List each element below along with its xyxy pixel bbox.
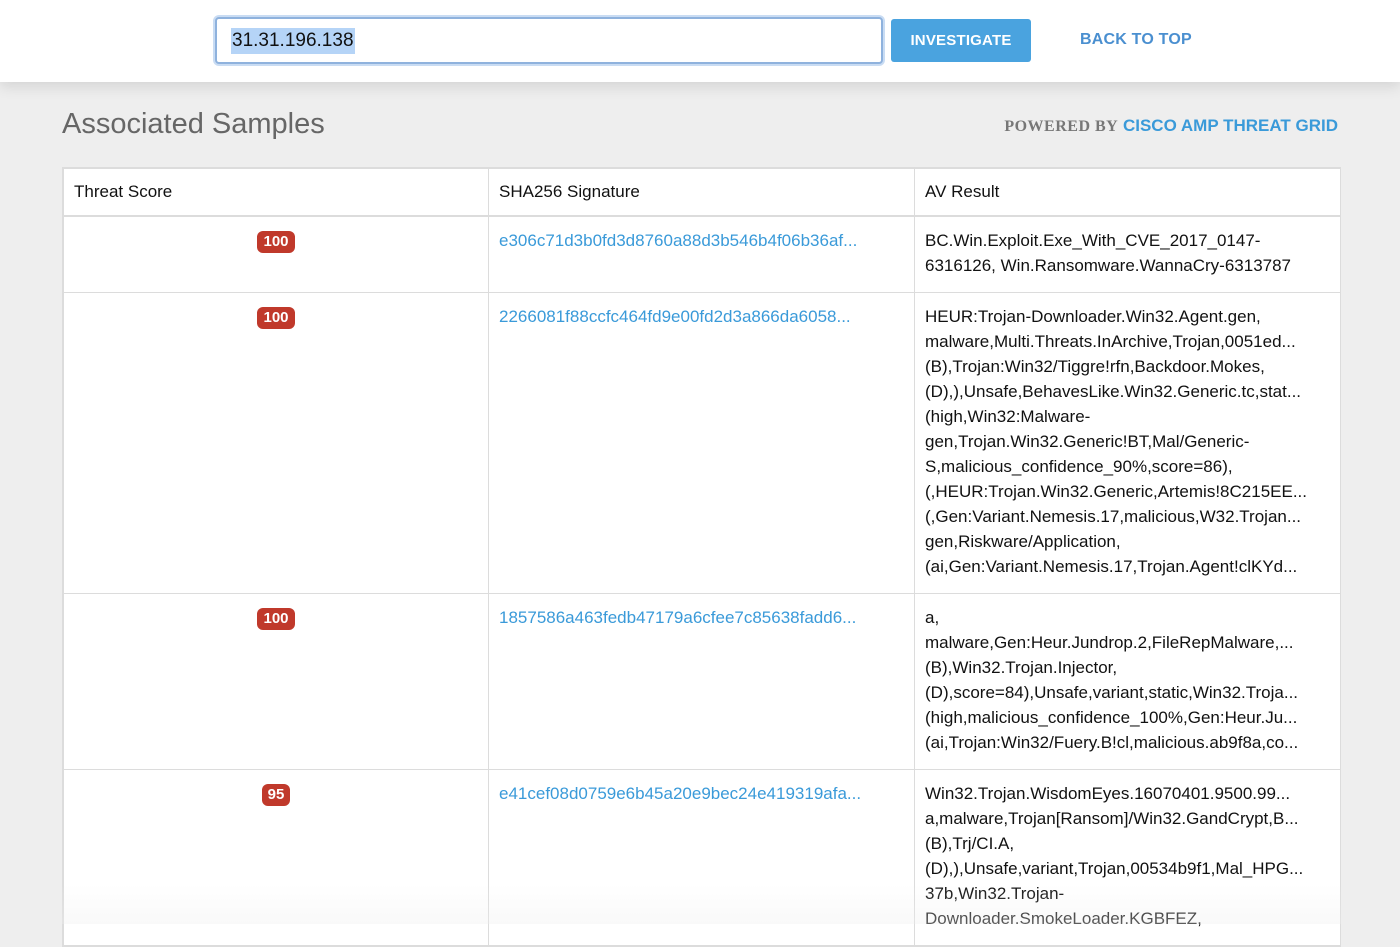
av-result-line: Downloader.SmokeLoader.KGBFEZ, <box>925 909 1202 928</box>
threat-score-cell: 100 <box>63 292 489 594</box>
sha256-cell: e41cef08d0759e6b45a20e9bec24e419319afa..… <box>488 769 915 946</box>
av-result-line: HEUR:Trojan-Downloader.Win32.Agent.gen, <box>925 307 1261 326</box>
av-result-line: (high,Win32:Malware- <box>925 407 1091 426</box>
table-row: 100 e306c71d3b0fd3d8760a88d3b546b4f06b36a… <box>63 215 1341 293</box>
av-result-line: (D),score=84),Unsafe,variant,static,Win3… <box>925 683 1299 702</box>
powered-by-label: POWERED BY <box>1004 118 1119 135</box>
av-result-line: (high,malicious_confidence_100%,Gen:Heur… <box>925 708 1298 727</box>
sha256-cell: e306c71d3b0fd3d8760a88d3b546b4f06b36af..… <box>488 215 915 293</box>
av-result-line: 37b,Win32.Trojan- <box>925 884 1065 903</box>
threat-score-cell: 100 <box>63 593 489 770</box>
av-result-line: gen,Trojan.Win32.Generic!BT,Mal/Generic- <box>925 432 1250 451</box>
sha256-link[interactable]: e306c71d3b0fd3d8760a88d3b546b4f06b36af..… <box>499 228 904 253</box>
column-header-threat-score[interactable]: Threat Score <box>63 168 489 217</box>
table-row: 95 e41cef08d0759e6b45a20e9bec24e419319afa… <box>63 769 1341 946</box>
av-result-line: (D),),Unsafe,BehavesLike.Win32.Generic.t… <box>925 382 1302 401</box>
av-result-line: (B),Trj/CI.A, <box>925 834 1015 853</box>
search-input-value[interactable]: 31.31.196.138 <box>231 27 355 54</box>
threat-score-badge: 100 <box>257 608 295 630</box>
av-result-line: BC.Win.Exploit.Exe_With_CVE_2017_0147- <box>925 231 1261 250</box>
av-result-line: S,malicious_confidence_90%,score=86), <box>925 457 1233 476</box>
investigate-button[interactable]: INVESTIGATE <box>891 19 1031 62</box>
av-result-cell: a, malware,Gen:Heur.Jundrop.2,FileRepMalw… <box>914 593 1341 770</box>
threat-score-cell: 95 <box>63 769 489 946</box>
av-result-line: a,malware,Trojan[Ransom]/Win32.GandCrypt… <box>925 809 1299 828</box>
sha256-link[interactable]: 1857586a463fedb47179a6cfee7c85638fadd6..… <box>499 605 904 630</box>
table-row: 100 2266081f88ccfc464fd9e00fd2d3a866da605… <box>63 292 1341 594</box>
av-result-line: a, <box>925 608 940 627</box>
threat-score-badge: 95 <box>261 784 291 806</box>
top-bar: 31.31.196.138 INVESTIGATE BACK TO TOP <box>0 0 1400 82</box>
av-result-line: (B),Win32.Trojan.Injector, <box>925 658 1118 677</box>
samples-table: Threat Score SHA256 Signature AV Result … <box>62 167 1341 947</box>
column-header-av-result[interactable]: AV Result <box>914 168 1341 217</box>
table-row: 100 1857586a463fedb47179a6cfee7c85638fadd… <box>63 593 1341 770</box>
av-result-line: (D),),Unsafe,variant,Trojan,00534b9f1,Ma… <box>925 859 1304 878</box>
sha256-cell: 1857586a463fedb47179a6cfee7c85638fadd6..… <box>488 593 915 770</box>
section-title: Associated Samples <box>62 108 325 140</box>
av-result-line: malware,Gen:Heur.Jundrop.2,FileRepMalwar… <box>925 633 1294 652</box>
threat-score-badge: 100 <box>257 231 295 253</box>
av-result-line: gen,Riskware/Application, <box>925 532 1121 551</box>
sha256-link[interactable]: 2266081f88ccfc464fd9e00fd2d3a866da6058..… <box>499 304 904 329</box>
av-result-line: (ai,Gen:Variant.Nemesis.17,Trojan.Agent!… <box>925 557 1298 576</box>
powered-by: POWERED BY CISCO AMP THREAT GRID <box>1004 116 1338 136</box>
table-header-row: Threat Score SHA256 Signature AV Result <box>63 168 1341 217</box>
av-result-cell: HEUR:Trojan-Downloader.Win32.Agent.gen, m… <box>914 292 1341 594</box>
sha256-link[interactable]: e41cef08d0759e6b45a20e9bec24e419319afa..… <box>499 781 904 806</box>
back-to-top-link[interactable]: BACK TO TOP <box>1080 31 1192 49</box>
av-result-line: (ai,Trojan:Win32/Fuery.B!cl,malicious.ab… <box>925 733 1299 752</box>
av-result-line: (B),Trojan:Win32/Tiggre!rfn,Backdoor.Mok… <box>925 357 1265 376</box>
brand-link[interactable]: CISCO AMP THREAT GRID <box>1123 116 1338 135</box>
sha256-cell: 2266081f88ccfc464fd9e00fd2d3a866da6058..… <box>488 292 915 594</box>
av-result-line: Win32.Trojan.WisdomEyes.16070401.9500.99… <box>925 784 1291 803</box>
av-result-line: (,Gen:Variant.Nemesis.17,malicious,W32.T… <box>925 507 1302 526</box>
av-result-line: (,HEUR:Trojan.Win32.Generic,Artemis!8C21… <box>925 482 1307 501</box>
column-header-sha256[interactable]: SHA256 Signature <box>488 168 915 217</box>
av-result-line: 6316126, Win.Ransomware.WannaCry-6313787 <box>925 256 1292 275</box>
search-input[interactable]: 31.31.196.138 <box>215 17 883 64</box>
threat-score-badge: 100 <box>257 307 295 329</box>
av-result-cell: BC.Win.Exploit.Exe_With_CVE_2017_0147- 63… <box>914 215 1341 293</box>
av-result-cell: Win32.Trojan.WisdomEyes.16070401.9500.99… <box>914 769 1341 946</box>
threat-score-cell: 100 <box>63 215 489 293</box>
av-result-line: malware,Multi.Threats.InArchive,Trojan,0… <box>925 332 1296 351</box>
